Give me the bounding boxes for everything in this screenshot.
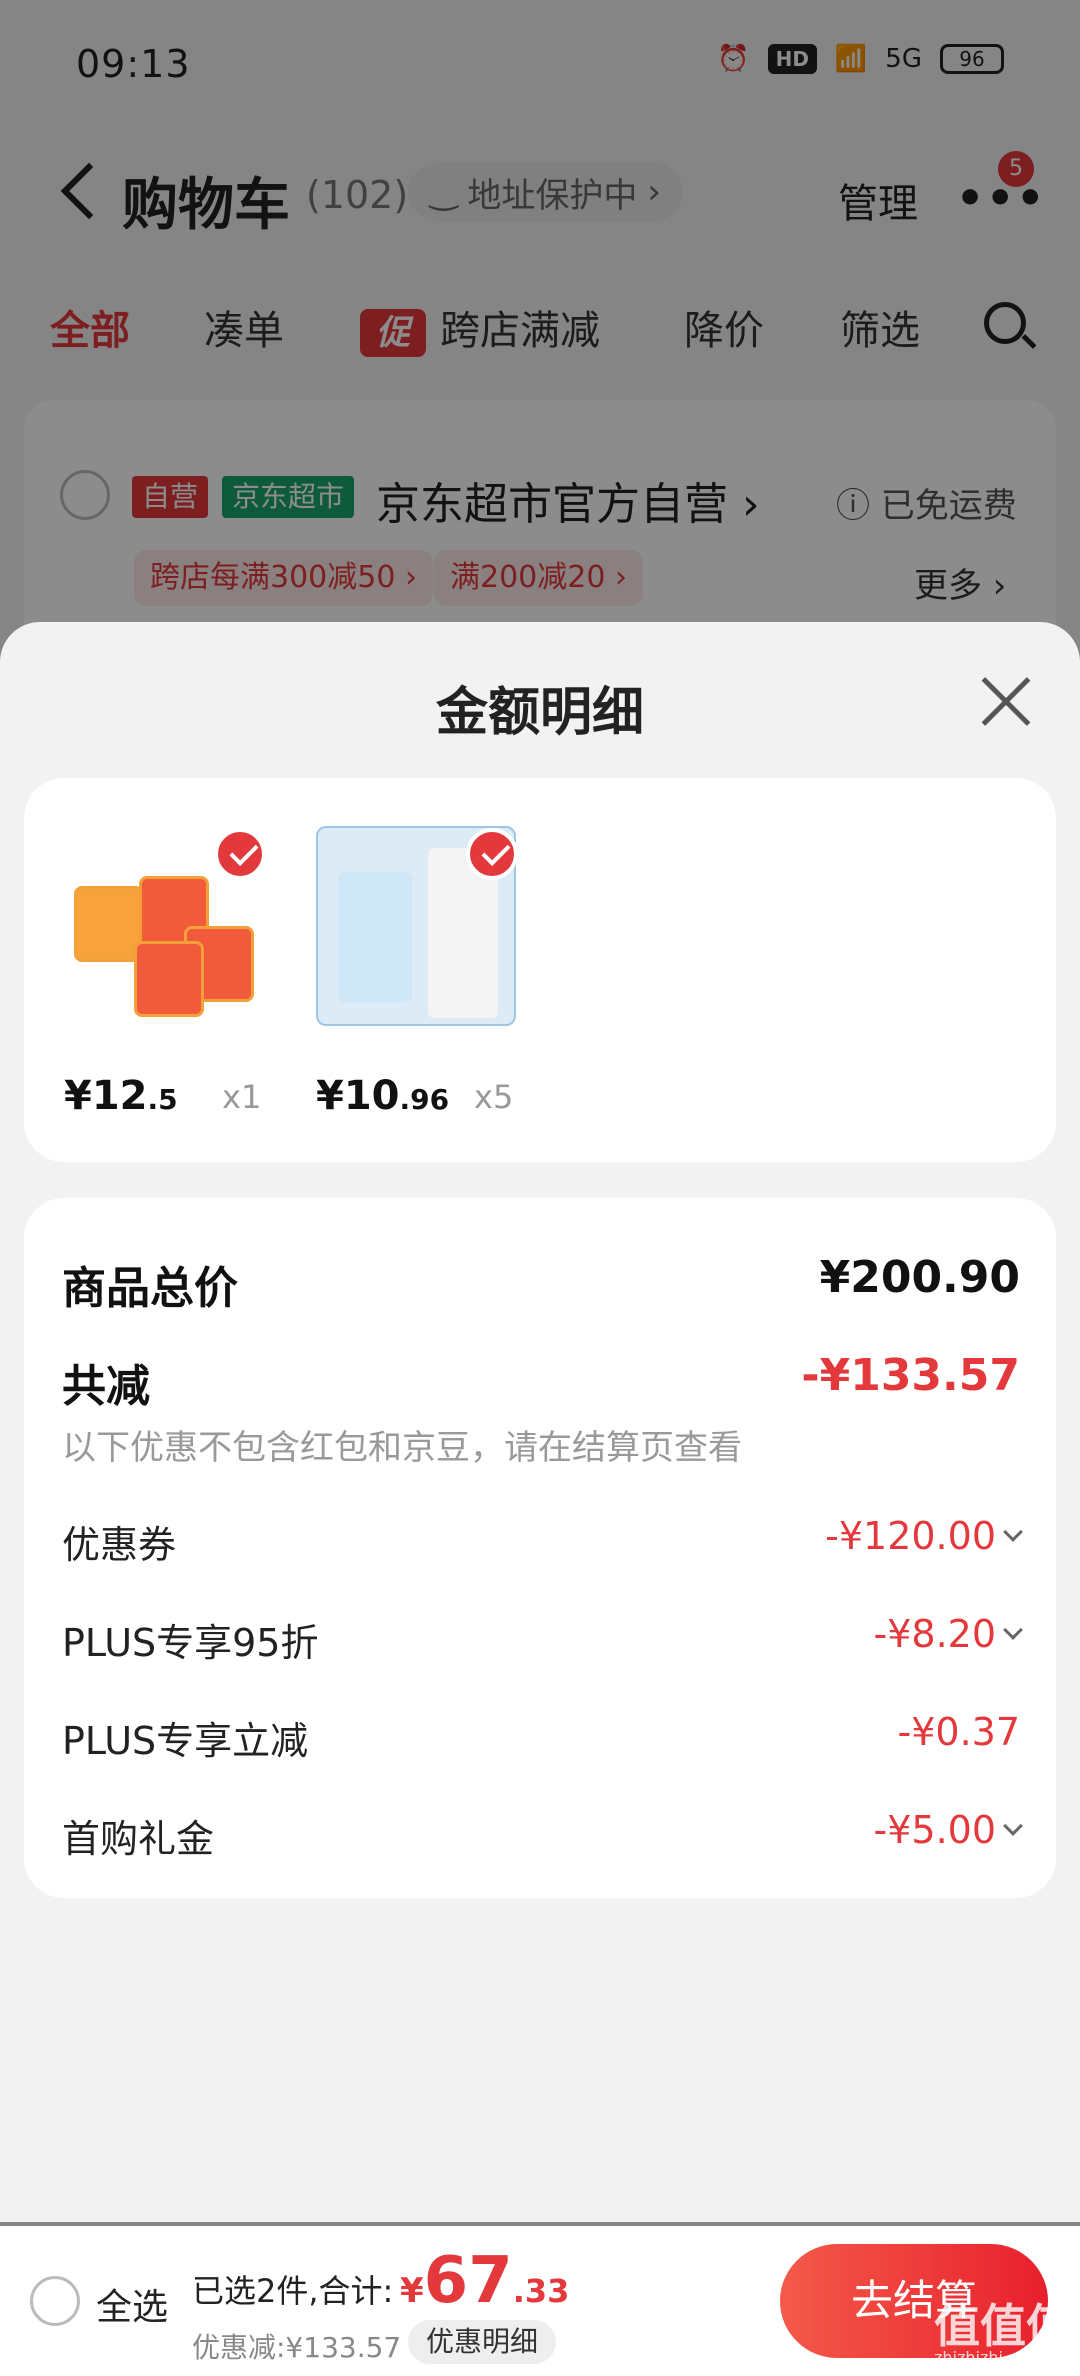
select-all-checkbox[interactable] <box>30 2276 80 2326</box>
checkmark-icon <box>214 828 266 880</box>
select-all-label[interactable]: 全选 <box>96 2278 168 2330</box>
total-dec: .33 <box>512 2272 570 2310</box>
item-milk[interactable]: ¥10.96 x5 <box>316 818 536 1128</box>
selected-summary: 已选2件,合计: <box>192 2272 394 2310</box>
discount-value: -¥120.00 <box>825 1514 996 1558</box>
discount-label: PLUS专享95折 <box>62 1621 319 1665</box>
amount-detail-sheet: 金额明细 ¥12.5 x1 ¥10.96 x5 商品总价 ¥200.90 共减 … <box>0 622 1080 2222</box>
item-price-dec: .96 <box>399 1083 450 1116</box>
discount-label: 优惠券 <box>62 1523 177 1567</box>
item-price-int: ¥12 <box>64 1073 148 1119</box>
item-price: ¥10.96 <box>316 1073 449 1119</box>
yogurt-cup <box>134 941 204 1017</box>
discount-value: -¥0.37 <box>897 1710 1021 1754</box>
first-purchase-gift-row[interactable]: -¥5.00 <box>873 1808 1023 1852</box>
chevron-down-icon <box>1003 1816 1023 1836</box>
item-quantity: x5 <box>474 1078 514 1116</box>
close-icon[interactable] <box>978 674 1034 730</box>
discount-total-label: 共减 <box>62 1361 150 1412</box>
checkmark-icon <box>466 828 518 880</box>
discount-note: 以下优惠不包含红包和京豆，请在结算页查看 <box>62 1428 742 1468</box>
plus-95-discount-row[interactable]: -¥8.20 <box>873 1612 1023 1656</box>
currency-symbol: ¥ <box>400 2271 424 2311</box>
item-yogurt[interactable]: ¥12.5 x1 <box>64 818 284 1128</box>
discount-label: 首购礼金 <box>62 1817 215 1861</box>
discount-label: PLUS专享立减 <box>62 1719 309 1763</box>
discount-value: -¥8.20 <box>873 1612 997 1656</box>
price-detail-card: 商品总价 ¥200.90 共减 -¥133.57 以下优惠不包含红包和京豆，请在… <box>24 1198 1056 1898</box>
item-price-int: ¥10 <box>316 1073 400 1119</box>
plus-instant-discount-row: -¥0.37 <box>898 1710 1021 1754</box>
discount-detail-button[interactable]: 优惠明细 <box>408 2320 557 2364</box>
watermark-url: zhizhizhi.com <box>934 2348 1043 2367</box>
total-int: 67 <box>423 2244 513 2318</box>
goods-total-value: ¥200.90 <box>819 1252 1020 1303</box>
coupon-discount-row[interactable]: -¥120.00 <box>825 1514 1023 1558</box>
item-quantity: x1 <box>222 1078 262 1116</box>
checkout-bar: 全选 已选2件,合计: ¥67.33 优惠减:¥133.57 优惠明细 去结算 <box>0 2226 1080 2376</box>
sheet-title: 金额明细 <box>435 683 644 743</box>
selected-items-card: ¥12.5 x1 ¥10.96 x5 <box>24 778 1056 1162</box>
total-price: ¥67.33 <box>400 2244 569 2318</box>
goods-total-label: 商品总价 <box>62 1263 238 1314</box>
watermark-logo: 值值值 <box>934 2299 1072 2353</box>
chevron-down-icon <box>1003 1522 1023 1542</box>
discount-value: -¥5.00 <box>873 1808 997 1852</box>
chevron-down-icon <box>1003 1620 1023 1640</box>
item-price: ¥12.5 <box>64 1073 178 1119</box>
item-price-dec: .5 <box>147 1083 178 1116</box>
discount-total-value: -¥133.57 <box>801 1350 1020 1401</box>
milk-label <box>338 872 412 1002</box>
saved-amount: 优惠减:¥133.57 <box>192 2331 402 2364</box>
